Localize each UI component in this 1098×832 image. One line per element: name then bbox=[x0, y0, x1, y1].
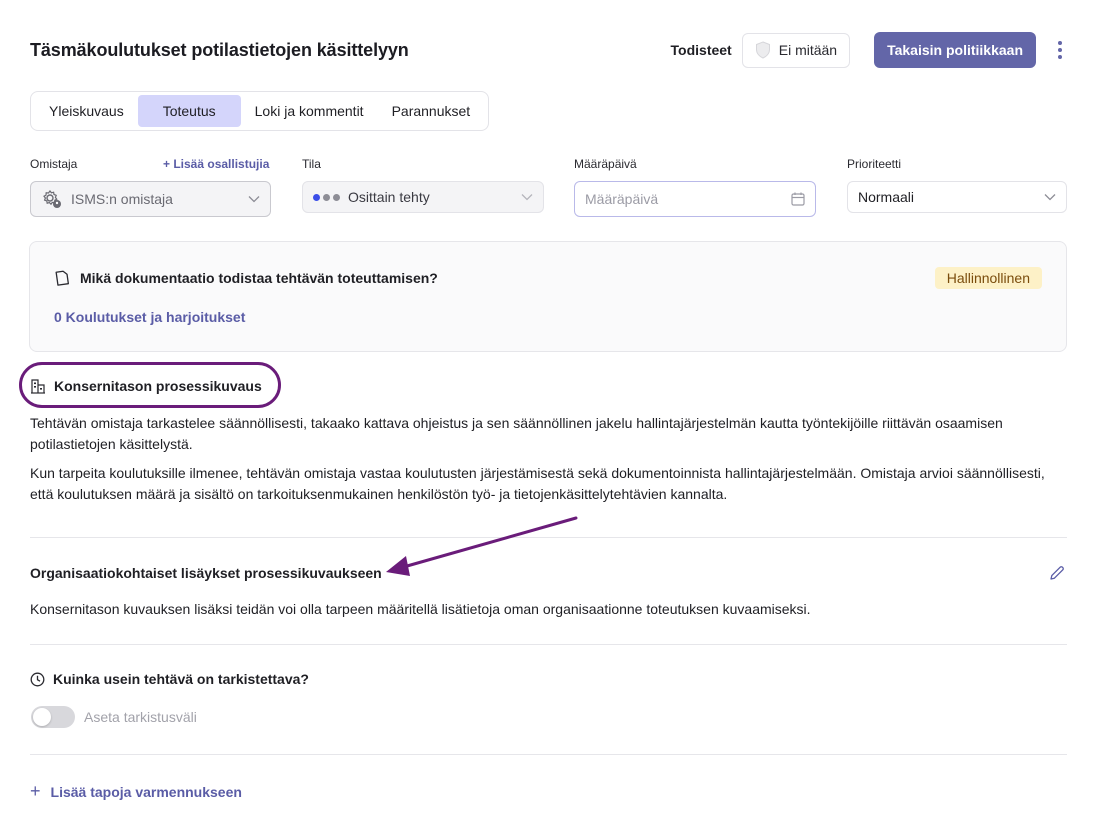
divider bbox=[30, 644, 1067, 645]
tab-overview[interactable]: Yleiskuvaus bbox=[35, 95, 138, 127]
status-dot bbox=[313, 193, 320, 201]
building-icon bbox=[31, 379, 45, 394]
add-verification-methods-link[interactable]: + Lisää tapoja varmennukseen bbox=[30, 781, 242, 802]
back-to-policy-button[interactable]: Takaisin politiikkaan bbox=[874, 32, 1036, 68]
page-header: Täsmäkoulutukset potilastietojen käsitte… bbox=[30, 30, 1066, 70]
gear-user-icon bbox=[43, 190, 61, 208]
priority-label: Prioriteetti bbox=[847, 157, 902, 171]
group-process-title: Konsernitason prosessikuvaus bbox=[54, 378, 262, 394]
shield-icon bbox=[755, 41, 770, 59]
group-process-heading: Konsernitason prosessikuvaus bbox=[30, 378, 262, 394]
chevron-down-icon bbox=[1044, 194, 1056, 201]
add-verification-methods-label: Lisää tapoja varmennukseen bbox=[50, 783, 242, 800]
review-interval-label: Aseta tarkistusväli bbox=[84, 709, 197, 725]
evidence-label: Todisteet bbox=[670, 42, 732, 58]
status-dots-icon bbox=[313, 193, 340, 201]
review-interval-toggle[interactable] bbox=[31, 706, 75, 728]
org-additions-title: Organisaatiokohtaiset lisäykset prosessi… bbox=[30, 565, 382, 581]
documentation-question: Mikä dokumentaatio todistaa tehtävän tot… bbox=[54, 270, 438, 286]
tab-log-comments[interactable]: Loki ja kommentit bbox=[241, 95, 378, 127]
header-actions: Todisteet Ei mitään Takaisin politiikkaa… bbox=[671, 32, 1066, 68]
due-date-label: Määräpäivä bbox=[574, 157, 637, 171]
chevron-down-icon bbox=[248, 196, 260, 203]
status-value: Osittain tehty bbox=[348, 189, 430, 205]
owner-label: Omistaja bbox=[30, 157, 78, 171]
calendar-icon[interactable] bbox=[791, 192, 805, 206]
evidence-value: Ei mitään bbox=[778, 42, 838, 58]
more-options-icon[interactable] bbox=[1054, 38, 1066, 62]
review-interval-row: Aseta tarkistusväli bbox=[31, 706, 197, 728]
chevron-down-icon bbox=[521, 194, 533, 201]
divider bbox=[30, 537, 1067, 538]
status-dot bbox=[323, 193, 330, 201]
documentation-card: Mikä dokumentaatio todistaa tehtävän tot… bbox=[29, 241, 1067, 352]
group-process-paragraph-1: Tehtävän omistaja tarkastelee säännöllis… bbox=[30, 415, 1003, 452]
tab-implementation[interactable]: Toteutus bbox=[137, 95, 241, 127]
tab-bar: Yleiskuvaus Toteutus Loki ja kommentit P… bbox=[30, 91, 490, 131]
status-dot bbox=[333, 193, 340, 201]
page-title: Täsmäkoulutukset potilastietojen käsitte… bbox=[30, 39, 409, 60]
due-date-input[interactable]: Määräpäivä bbox=[574, 181, 816, 217]
pencil-icon[interactable] bbox=[1048, 564, 1066, 582]
due-date-placeholder: Määräpäivä bbox=[585, 191, 659, 207]
priority-select[interactable]: Normaali bbox=[847, 181, 1067, 213]
clock-icon bbox=[30, 672, 45, 686]
administrative-badge: Hallinnollinen bbox=[934, 267, 1042, 289]
group-process-paragraph-2: Kun tarpeita koulutuksille ilmenee, teht… bbox=[30, 465, 1045, 502]
divider bbox=[30, 754, 1067, 755]
tab-improvements[interactable]: Parannukset bbox=[378, 95, 485, 127]
document-icon bbox=[55, 270, 70, 286]
priority-value: Normaali bbox=[858, 189, 915, 205]
status-select[interactable]: Osittain tehty bbox=[302, 181, 544, 213]
review-frequency-heading: Kuinka usein tehtävä on tarkistettava? bbox=[30, 671, 309, 687]
add-participants-link[interactable]: + Lisää osallistujia bbox=[163, 157, 269, 171]
documentation-question-text: Mikä dokumentaatio todistaa tehtävän tot… bbox=[80, 270, 438, 286]
owner-value: ISMS:n omistaja bbox=[71, 191, 173, 207]
owner-select[interactable]: ISMS:n omistaja bbox=[30, 181, 271, 217]
status-label: Tila bbox=[302, 157, 321, 171]
evidence-selector[interactable]: Ei mitään bbox=[741, 32, 851, 68]
org-additions-text: Konsernitason kuvauksen lisäksi teidän v… bbox=[30, 601, 811, 617]
plus-icon: + bbox=[30, 781, 41, 801]
trainings-link[interactable]: 0 Koulutukset ja harjoitukset bbox=[54, 309, 245, 325]
review-frequency-title: Kuinka usein tehtävä on tarkistettava? bbox=[53, 671, 309, 687]
